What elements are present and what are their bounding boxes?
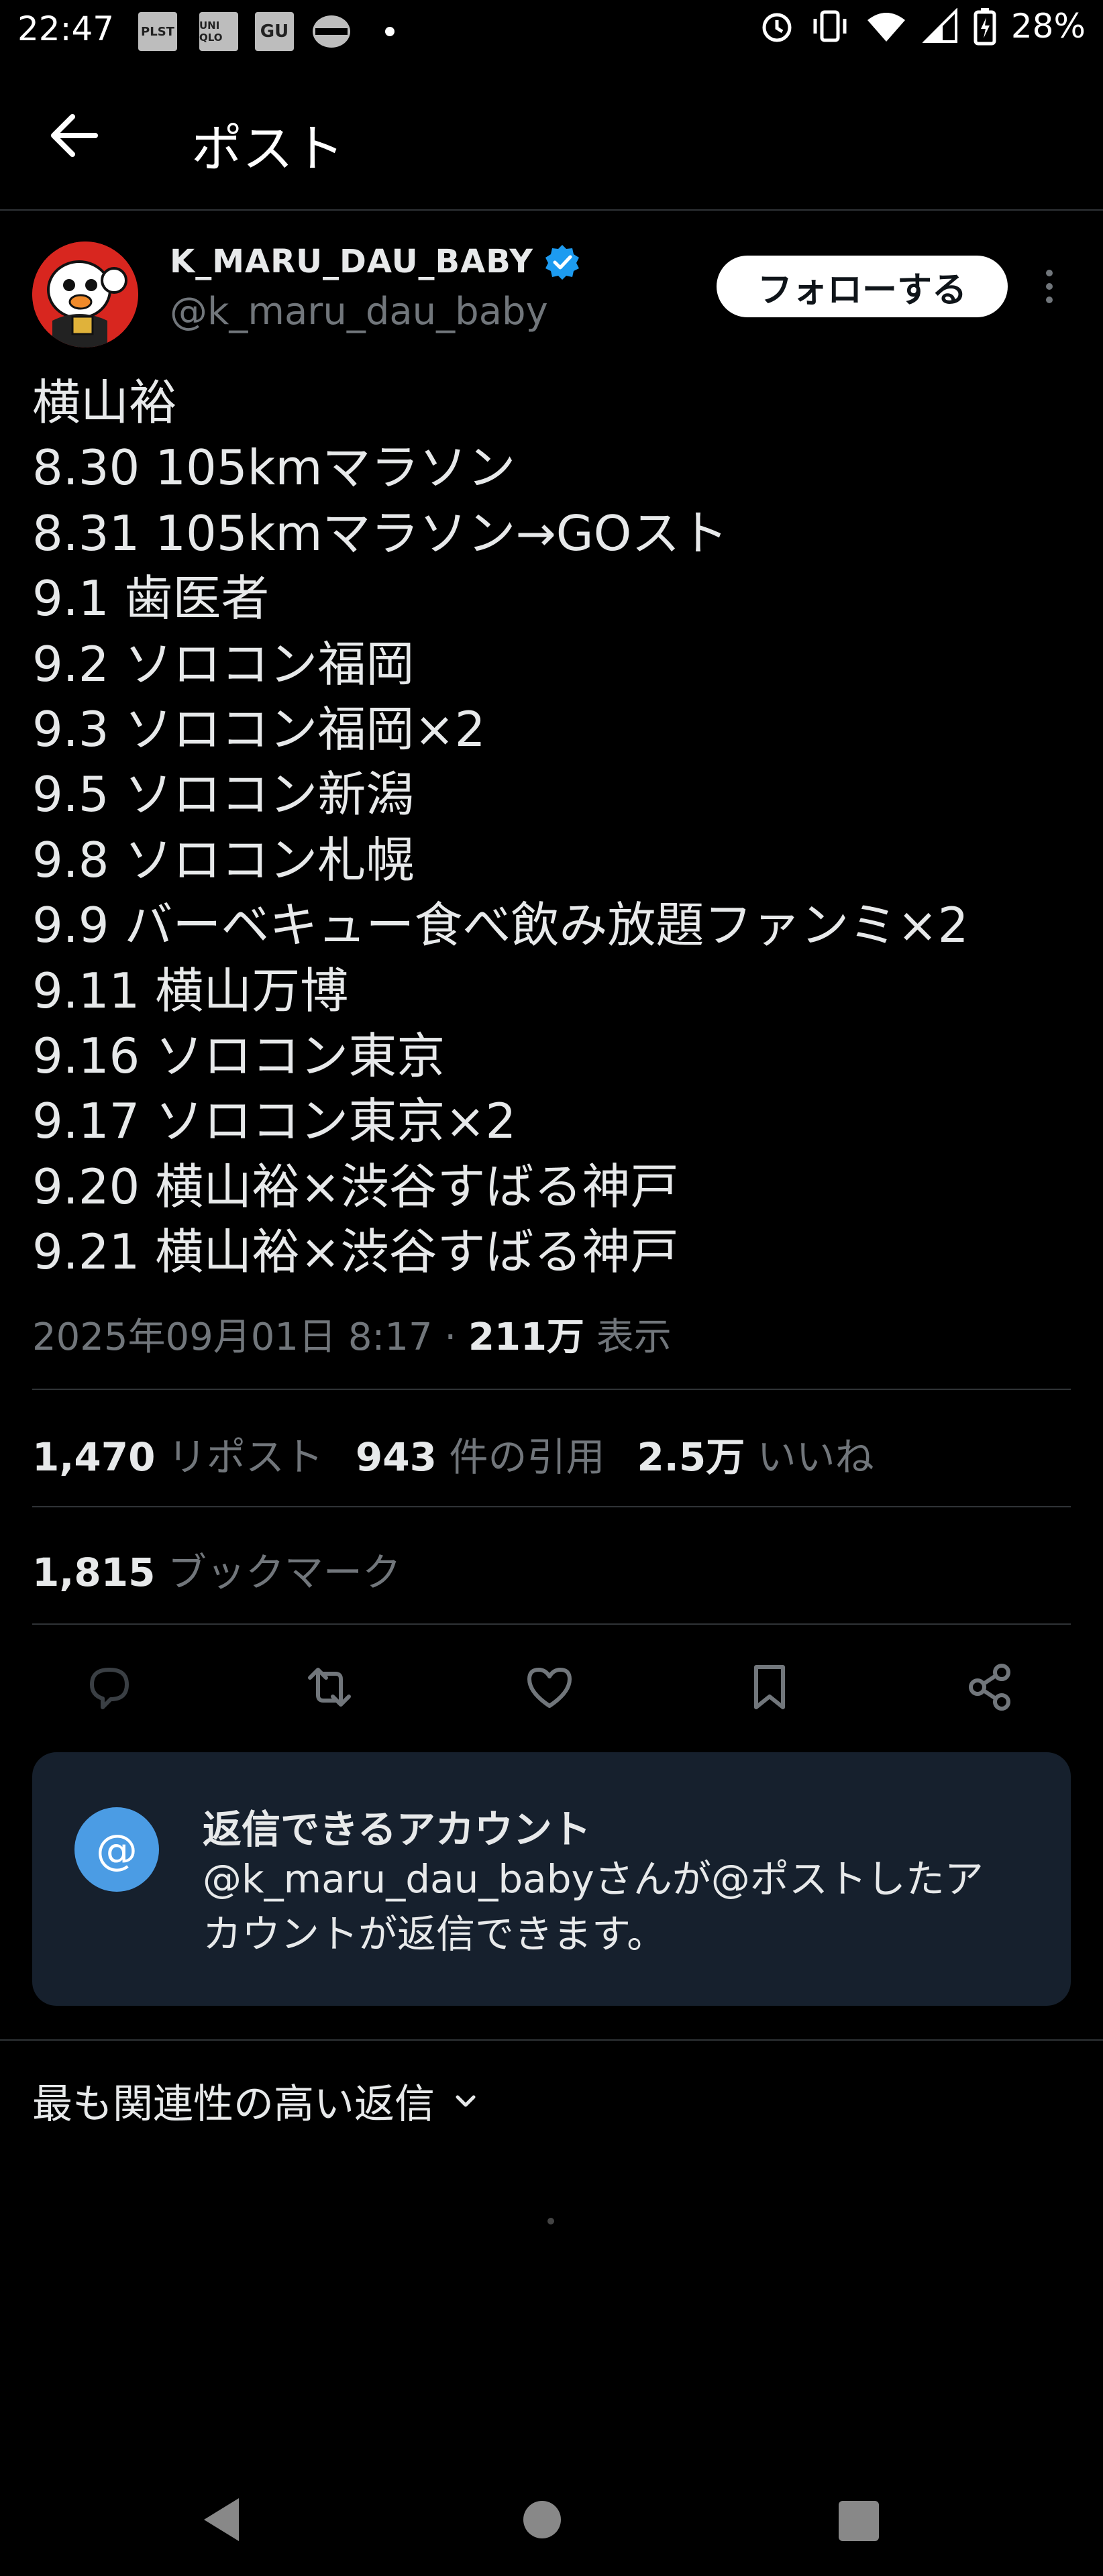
nav-back-icon[interactable] (199, 2493, 246, 2546)
like-icon (527, 1668, 572, 1708)
share-button[interactable] (959, 1657, 1020, 1717)
chevron-down-icon (456, 2095, 476, 2106)
battery-percentage: 28% (1010, 7, 1086, 46)
signal-icon (922, 8, 957, 43)
divider (32, 1623, 1071, 1625)
notification-app-icon: UNI QLO (199, 12, 238, 51)
verified-badge-icon (545, 245, 579, 280)
train-icon (313, 15, 350, 48)
reply-settings-description: @k_maru_dau_babyさんが@ポストしたアカウントが返信できます。 (203, 1856, 984, 1957)
wifi-icon (867, 13, 905, 42)
repost-icon (308, 1668, 351, 1707)
views-count: 211万 (468, 1316, 584, 1359)
more-options-icon[interactable] (1039, 265, 1060, 308)
at-sign-icon: @ (74, 1807, 159, 1892)
reply-icon (90, 1668, 129, 1709)
loading-indicator (547, 2218, 554, 2224)
post-line: 9.11 横山万博 (32, 962, 349, 1019)
post-text: 横山裕 8.30 105kmマラソン 8.31 105kmマラソン→GOスト 9… (32, 370, 1079, 1285)
post-line: 9.8 ソロコン札幌 (32, 831, 415, 888)
like-button[interactable] (519, 1657, 580, 1717)
author-handle[interactable]: @k_maru_dau_baby (170, 290, 548, 333)
notification-app-icon: PLST (138, 12, 177, 51)
post-line: 横山裕 (32, 374, 178, 431)
quotes-stat[interactable]: 943 件の引用 (356, 1434, 605, 1480)
top-bar: ポスト (0, 62, 1103, 211)
post-line: 9.2 ソロコン福岡 (32, 635, 415, 692)
status-icons: 28% (759, 7, 1086, 46)
action-bar (0, 1657, 1103, 1717)
bookmark-icon (754, 1665, 785, 1709)
post-line: 8.31 105kmマラソン→GOスト (32, 504, 729, 561)
repost-button[interactable] (299, 1657, 360, 1717)
nav-home-icon[interactable] (523, 2501, 561, 2538)
notification-app-icon: GU (255, 12, 294, 51)
bookmark-button[interactable] (739, 1657, 800, 1717)
system-navigation-bar (0, 2469, 1103, 2576)
notification-dot-icon (385, 27, 395, 36)
post-line: 9.1 歯医者 (32, 570, 270, 627)
bookmarks-stat[interactable]: 1,815 ブックマーク (32, 1541, 401, 1597)
nav-recents-icon[interactable] (839, 2501, 879, 2541)
likes-stat[interactable]: 2.5万 いいね (637, 1434, 874, 1480)
post-line: 8.30 105kmマラソン (32, 439, 516, 496)
post-line: 9.17 ソロコン東京×2 (32, 1093, 517, 1150)
divider (32, 1506, 1071, 1507)
back-arrow-icon[interactable] (47, 109, 101, 162)
author-name-row[interactable]: K_MARU_DAU_BABY (170, 243, 580, 280)
author-display-name[interactable]: K_MARU_DAU_BABY (170, 243, 533, 280)
post-line: 9.9 バーベキュー食べ飲み放題ファンミ×2 (32, 897, 969, 954)
meta-separator: · (444, 1316, 457, 1359)
engagement-stats: 1,470 リポスト 943 件の引用 2.5万 いいね (32, 1426, 874, 1482)
post-line: 9.3 ソロコン福岡×2 (32, 701, 486, 758)
alarm-icon (762, 13, 792, 42)
status-bar: 22:47 PLST UNI QLO GU 28% (0, 0, 1103, 62)
battery-icon (974, 8, 996, 46)
post-line: 9.5 ソロコン新潟 (32, 766, 415, 823)
avatar-image (32, 241, 138, 347)
reply-settings-card: @ 返信できるアカウント @k_maru_dau_babyさんが@ポストしたアカ… (32, 1752, 1071, 2006)
reply-button[interactable] (79, 1657, 140, 1717)
avatar[interactable] (32, 241, 138, 347)
follow-button[interactable]: フォローする (717, 256, 1008, 317)
reply-settings-title: 返信できるアカウント (203, 1807, 591, 1852)
page-title: ポスト (191, 119, 344, 178)
post-meta: 2025年09月01日 8:17 · 211万 表示 (32, 1307, 672, 1361)
share-icon (969, 1664, 1010, 1711)
replies-sort-label: 最も関連性の高い返信 (32, 2081, 435, 2128)
replies-sort-dropdown[interactable]: 最も関連性の高い返信 (32, 2072, 479, 2130)
post-line: 9.20 横山裕×渋谷すばる神戸 (32, 1158, 679, 1215)
status-time: 22:47 (17, 9, 115, 48)
post-line: 9.21 横山裕×渋谷すばる神戸 (32, 1224, 679, 1281)
vibrate-icon (813, 10, 847, 42)
divider (32, 1389, 1071, 1390)
reposts-stat[interactable]: 1,470 リポスト (32, 1434, 323, 1480)
views-label: 表示 (596, 1316, 672, 1359)
post-line: 9.16 ソロコン東京 (32, 1028, 445, 1085)
post-timestamp[interactable]: 2025年09月01日 8:17 (32, 1316, 433, 1359)
divider (0, 2039, 1103, 2041)
